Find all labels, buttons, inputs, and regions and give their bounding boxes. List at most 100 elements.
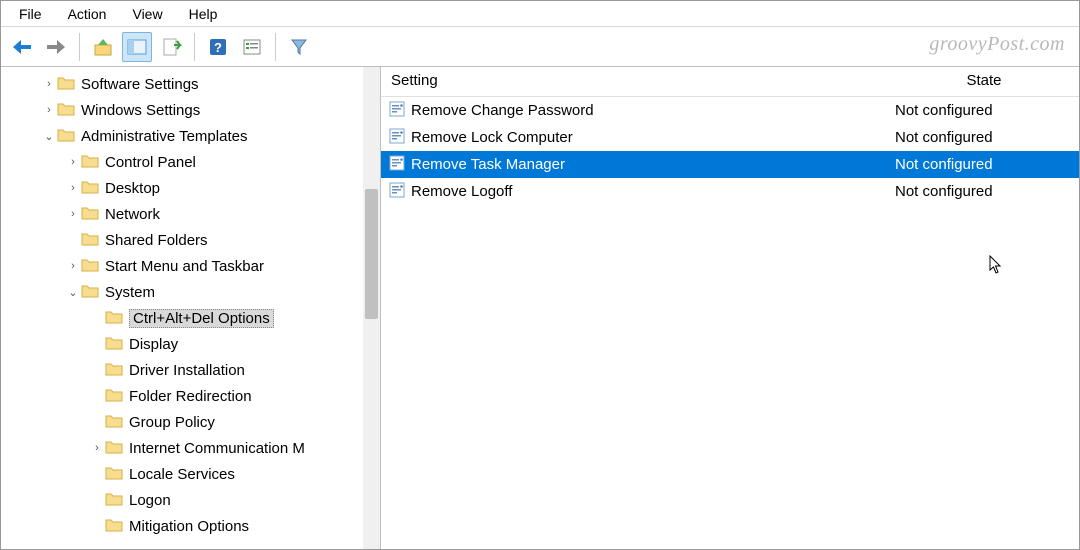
- expander-icon[interactable]: ⌄: [41, 130, 57, 143]
- back-button[interactable]: [7, 32, 37, 62]
- tree-item[interactable]: › Network: [1, 201, 380, 227]
- watermark: groovyPost.com: [929, 33, 1065, 56]
- filter-button[interactable]: [284, 32, 314, 62]
- expander-icon[interactable]: ⌄: [65, 286, 81, 299]
- tree-item-label: Internet Communication M: [129, 440, 305, 457]
- tree-scrollbar[interactable]: [363, 67, 380, 549]
- folder-icon: [57, 128, 81, 145]
- folder-icon: [105, 466, 129, 483]
- expander-icon[interactable]: ›: [41, 104, 57, 116]
- setting-icon: [389, 155, 405, 175]
- setting-icon: [389, 182, 405, 202]
- menu-view[interactable]: View: [120, 4, 174, 24]
- tree-item[interactable]: › Control Panel: [1, 149, 380, 175]
- tree-item-label: Start Menu and Taskbar: [105, 258, 264, 275]
- folder-icon: [105, 492, 129, 509]
- setting-state: Not configured: [889, 156, 1079, 173]
- setting-row[interactable]: Remove Lock Computer Not configured: [381, 124, 1079, 151]
- tree-item[interactable]: Driver Installation: [1, 357, 380, 383]
- tree-item-label: Control Panel: [105, 154, 196, 171]
- setting-name: Remove Logoff: [411, 183, 512, 200]
- setting-state: Not configured: [889, 183, 1079, 200]
- column-header-setting[interactable]: Setting: [381, 67, 889, 96]
- tree-item[interactable]: ⌄ Administrative Templates: [1, 123, 380, 149]
- tree-item[interactable]: › Desktop: [1, 175, 380, 201]
- tree-item[interactable]: Folder Redirection: [1, 383, 380, 409]
- tree-item[interactable]: › Windows Settings: [1, 97, 380, 123]
- folder-icon: [105, 414, 129, 431]
- setting-row[interactable]: Remove Change PasswordNot configured: [381, 97, 1079, 124]
- tree-item-label: Driver Installation: [129, 362, 245, 379]
- tree-item-label: Mitigation Options: [129, 518, 249, 535]
- tree-item[interactable]: Display: [1, 331, 380, 357]
- expander-icon[interactable]: ›: [41, 78, 57, 90]
- tree-item[interactable]: Group Policy: [1, 409, 380, 435]
- scrollbar-thumb[interactable]: [365, 189, 378, 319]
- tree-item-label: Locale Services: [129, 466, 235, 483]
- tree-item[interactable]: ⌄System: [1, 279, 380, 305]
- tree-item[interactable]: › Internet Communication M: [1, 435, 380, 461]
- tree-item-label: Software Settings: [81, 76, 199, 93]
- tree-item-label: Folder Redirection: [129, 388, 252, 405]
- folder-icon: [57, 102, 81, 119]
- menu-help[interactable]: Help: [177, 4, 230, 24]
- expander-icon[interactable]: ›: [89, 442, 105, 454]
- menu-file[interactable]: File: [7, 4, 54, 24]
- tree-item[interactable]: › Software Settings: [1, 71, 380, 97]
- show-hide-tree-button[interactable]: [122, 32, 152, 62]
- svg-text:?: ?: [214, 40, 222, 55]
- tree-item-label: Logon: [129, 492, 171, 509]
- toolbar-separator: [194, 33, 195, 61]
- setting-name: Remove Task Manager: [411, 156, 565, 173]
- export-list-button[interactable]: [156, 32, 186, 62]
- setting-icon: [389, 101, 405, 121]
- folder-icon: [105, 362, 129, 379]
- toolbar-separator: [79, 33, 80, 61]
- tree-item-label: Group Policy: [129, 414, 215, 431]
- help-button[interactable]: ?: [203, 32, 233, 62]
- setting-icon: [389, 128, 405, 148]
- all-settings-button[interactable]: [237, 32, 267, 62]
- tree-item-label: Shared Folders: [105, 232, 208, 249]
- main-split: › Software Settings › Windows Settings ⌄ Admi…: [1, 67, 1079, 549]
- folder-icon: [105, 518, 129, 535]
- column-header-state[interactable]: State: [889, 67, 1079, 96]
- folder-icon: [81, 206, 105, 223]
- setting-row[interactable]: Remove Task Manager Not configured: [381, 151, 1079, 178]
- tree-item-label: Network: [105, 206, 160, 223]
- cursor-icon: [989, 255, 1003, 275]
- list-header: Setting State: [381, 67, 1079, 97]
- folder-icon: [57, 76, 81, 93]
- toolbar: ? groovyPost.com: [1, 27, 1079, 67]
- menubar: File Action View Help: [1, 1, 1079, 27]
- tree-item-label: Ctrl+Alt+Del Options: [129, 309, 274, 328]
- tree-item[interactable]: Shared Folders: [1, 227, 380, 253]
- folder-icon: [81, 258, 105, 275]
- setting-state: Not configured: [889, 129, 1079, 146]
- setting-name: Remove Lock Computer: [411, 129, 573, 146]
- tree-item[interactable]: Ctrl+Alt+Del Options: [1, 305, 380, 331]
- expander-icon[interactable]: ›: [65, 208, 81, 220]
- tree-item-label: Desktop: [105, 180, 160, 197]
- tree-item-label: Display: [129, 336, 178, 353]
- folder-icon: [105, 336, 129, 353]
- tree-item[interactable]: › Start Menu and Taskbar: [1, 253, 380, 279]
- tree-item[interactable]: Mitigation Options: [1, 513, 380, 539]
- expander-icon[interactable]: ›: [65, 156, 81, 168]
- folder-icon: [81, 180, 105, 197]
- list-pane: Setting State Remove Change PasswordNot …: [381, 67, 1079, 549]
- tree-item-label: Windows Settings: [81, 102, 200, 119]
- toolbar-separator: [275, 33, 276, 61]
- tree-item[interactable]: Logon: [1, 487, 380, 513]
- folder-icon: [81, 284, 105, 301]
- expander-icon[interactable]: ›: [65, 182, 81, 194]
- up-button[interactable]: [88, 32, 118, 62]
- setting-row[interactable]: Remove Logoff Not configured: [381, 178, 1079, 205]
- tree-item[interactable]: Locale Services: [1, 461, 380, 487]
- folder-icon: [81, 154, 105, 171]
- expander-icon[interactable]: ›: [65, 260, 81, 272]
- tree-item-label: Administrative Templates: [81, 128, 247, 145]
- forward-button[interactable]: [41, 32, 71, 62]
- folder-icon: [105, 310, 129, 327]
- menu-action[interactable]: Action: [56, 4, 119, 24]
